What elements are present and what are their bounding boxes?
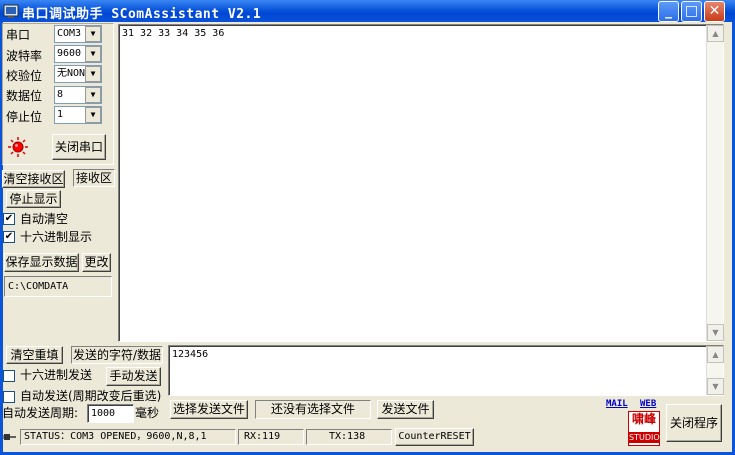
hex-send-checkbox[interactable]: [3, 370, 15, 382]
send-file-button[interactable]: 发送文件: [377, 400, 434, 419]
connector-icon: [3, 434, 16, 440]
close-button[interactable]: ✕: [704, 1, 725, 22]
receive-scrollbar[interactable]: ▲ ▼: [706, 25, 724, 341]
stopbits-value: 1: [57, 109, 64, 120]
change-path-button[interactable]: 更改: [82, 253, 111, 272]
parity-select[interactable]: 无NONE ▼: [54, 65, 102, 83]
hex-display-checkbox[interactable]: ✔: [3, 231, 15, 243]
send-content: 123456: [172, 349, 209, 360]
clear-receive-button[interactable]: 清空接收区: [2, 170, 65, 188]
period-unit: 毫秒: [135, 406, 160, 420]
manual-send-button[interactable]: 手动发送: [106, 367, 161, 386]
scroll-up-icon[interactable]: ▲: [707, 25, 724, 42]
auto-send-label: 自动发送(周期改变后重选): [20, 389, 162, 403]
period-input[interactable]: 1000: [87, 404, 134, 423]
web-link[interactable]: WEB: [640, 399, 656, 409]
send-data-label: 发送的字符/数据: [71, 346, 164, 364]
auto-clear-label: 自动清空: [20, 212, 69, 226]
stopbits-select[interactable]: 1 ▼: [54, 106, 102, 124]
stop-display-button[interactable]: 停止显示: [6, 190, 61, 208]
stopbits-label: 停止位: [6, 110, 43, 124]
port-select[interactable]: COM3 ▼: [54, 25, 102, 43]
logo-line2: STUDIO: [629, 432, 660, 443]
databits-select[interactable]: 8 ▼: [54, 86, 102, 104]
chevron-down-icon: ▼: [85, 66, 101, 82]
window-title: 串口调试助手 SComAssistant V2.1: [22, 7, 262, 22]
chevron-down-icon: ▼: [85, 107, 101, 123]
chevron-down-icon: ▼: [85, 26, 101, 42]
baud-select[interactable]: 9600 ▼: [54, 45, 102, 63]
mail-link[interactable]: MAIL: [606, 399, 628, 409]
chevron-down-icon: ▼: [85, 87, 101, 103]
send-textarea[interactable]: 123456: [168, 345, 724, 396]
auto-clear-checkbox[interactable]: ✔: [3, 213, 15, 225]
auto-send-checkbox[interactable]: [3, 391, 15, 403]
rx-counter: RX:119: [238, 429, 304, 445]
file-status: 还没有选择文件: [255, 400, 371, 419]
status-indicator-icon: [8, 137, 28, 157]
port-value: COM3: [57, 28, 82, 39]
scroll-up-icon[interactable]: ▲: [707, 346, 724, 363]
receive-area-label: 接收区: [73, 169, 116, 187]
status-text: STATUS：COM3 OPENED，9600,N,8,1: [20, 429, 236, 445]
databits-value: 8: [57, 89, 64, 100]
period-label: 自动发送周期:: [2, 406, 79, 420]
scroll-down-icon[interactable]: ▼: [707, 324, 724, 341]
baud-label: 波特率: [6, 49, 43, 63]
studio-logo: 啸峰 STUDIO: [628, 411, 660, 446]
port-label: 串口: [6, 28, 31, 42]
app-icon: [3, 4, 19, 18]
close-port-button[interactable]: 关闭串口: [52, 134, 106, 160]
hex-send-label: 十六进制发送: [20, 368, 93, 382]
save-path-field: C:\COMDATA: [4, 276, 112, 297]
parity-label: 校验位: [6, 69, 43, 83]
logo-line1: 啸峰: [631, 412, 656, 426]
baud-value: 9600: [57, 48, 82, 59]
chevron-down-icon: ▼: [85, 46, 101, 62]
clear-send-button[interactable]: 清空重填: [6, 346, 63, 364]
tx-counter: TX:138: [306, 429, 392, 445]
exit-program-button[interactable]: 关闭程序: [666, 404, 722, 442]
save-data-button[interactable]: 保存显示数据: [4, 253, 79, 272]
hex-display-label: 十六进制显示: [20, 230, 93, 244]
select-file-button[interactable]: 选择发送文件: [170, 400, 248, 419]
receive-textarea[interactable]: 31 32 33 34 35 36: [118, 24, 724, 342]
send-scrollbar[interactable]: ▲ ▼: [706, 346, 724, 395]
databits-label: 数据位: [6, 89, 43, 103]
counter-reset-button[interactable]: CounterRESET: [395, 428, 474, 446]
minimize-button[interactable]: _: [658, 1, 679, 22]
maximize-button[interactable]: □: [681, 1, 702, 22]
scroll-down-icon[interactable]: ▼: [707, 378, 724, 395]
receive-content: 31 32 33 34 35 36: [122, 28, 225, 39]
